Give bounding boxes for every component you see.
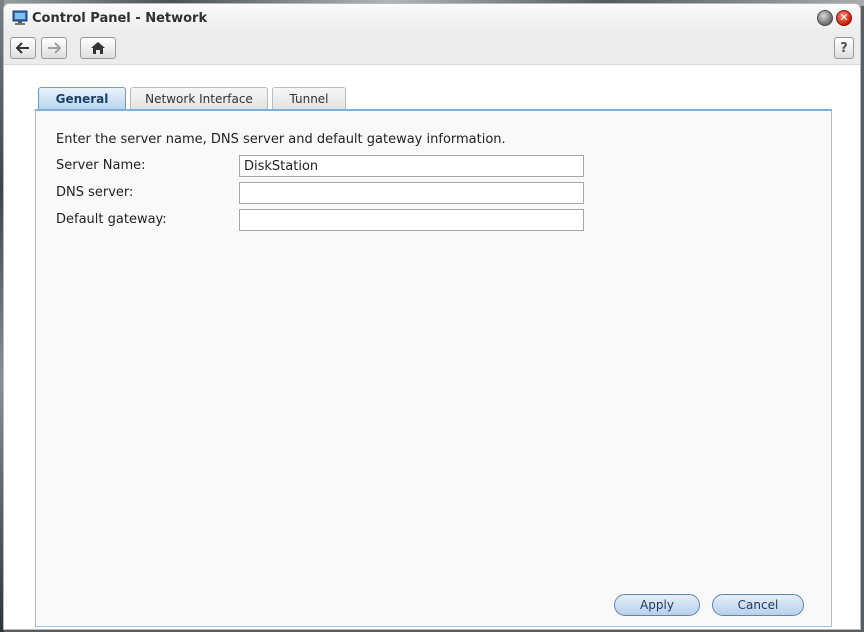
home-icon (91, 42, 105, 54)
tab-network-interface[interactable]: Network Interface (130, 87, 268, 109)
default-gateway-input[interactable] (239, 209, 584, 231)
dns-server-input[interactable] (239, 182, 584, 204)
server-name-input[interactable] (239, 155, 584, 177)
arrow-right-icon (48, 42, 61, 54)
close-button[interactable]: ✕ (836, 10, 852, 26)
forward-button[interactable] (41, 37, 67, 59)
tab-tunnel[interactable]: Tunnel (272, 87, 346, 109)
apply-button[interactable]: Apply (614, 594, 700, 616)
server-name-label: Server Name: (56, 158, 146, 173)
toolbar: ? (4, 34, 860, 65)
help-button[interactable]: ? (834, 37, 854, 59)
home-button[interactable] (80, 37, 116, 59)
arrow-left-icon (16, 42, 29, 54)
window-title: Control Panel - Network (32, 11, 208, 26)
network-icon (12, 10, 28, 25)
content-area: General Network Interface Tunnel Enter t… (4, 65, 860, 629)
dns-server-label: DNS server: (56, 185, 134, 200)
tab-general[interactable]: General (38, 87, 126, 109)
cancel-button[interactable]: Cancel (712, 594, 804, 616)
control-panel-window: Control Panel - Network ✕ ? General Netw… (3, 3, 861, 630)
default-gateway-label: Default gateway: (56, 212, 167, 227)
title-bar[interactable]: Control Panel - Network ✕ (4, 4, 860, 34)
general-panel: Enter the server name, DNS server and de… (35, 111, 832, 627)
intro-text: Enter the server name, DNS server and de… (56, 132, 506, 147)
back-button[interactable] (10, 37, 36, 59)
minimize-button[interactable] (817, 10, 833, 26)
